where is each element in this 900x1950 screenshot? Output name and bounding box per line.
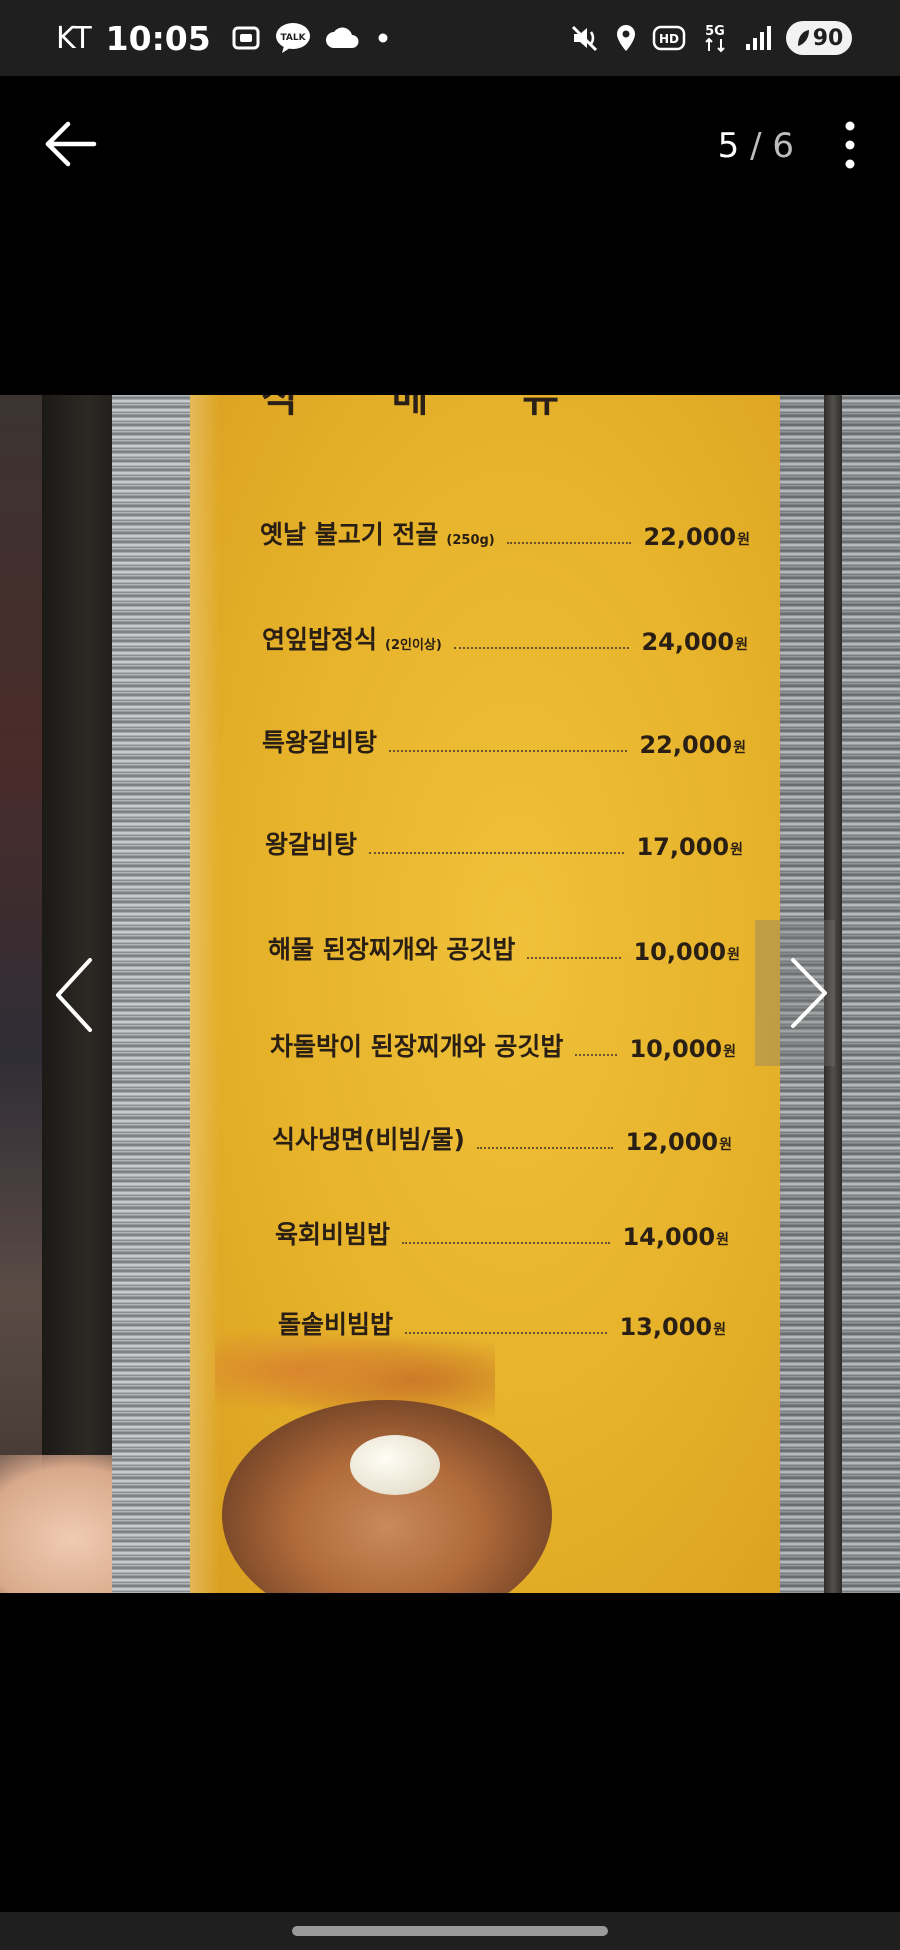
viewer-top-bar: 5 / 6 <box>0 76 900 216</box>
bowl-egg <box>350 1435 440 1495</box>
dotted-leader <box>476 1147 614 1149</box>
battery-indicator: 90 <box>786 21 852 55</box>
dotted-leader <box>402 1242 611 1244</box>
menu-item-price: 10,000 <box>633 938 727 966</box>
menu-item: 육회비빔밥 14,000 원 <box>275 1215 729 1251</box>
price-unit: 원 <box>735 637 748 653</box>
svg-text:HD: HD <box>659 32 679 46</box>
more-vertical-icon <box>845 121 855 169</box>
price-unit: 원 <box>719 1137 732 1153</box>
5g-icon: 5G <box>700 22 730 54</box>
price-unit: 원 <box>733 740 746 756</box>
menu-item: 해물 된장찌개와 공깃밥 10,000 원 <box>268 930 740 966</box>
menu-item-name: 육회비빔밥 <box>275 1220 391 1249</box>
signal-icon <box>744 24 772 52</box>
kakaotalk-icon: TALK <box>275 22 311 54</box>
dotted-leader <box>506 542 632 544</box>
price-unit: 원 <box>716 1232 729 1248</box>
arrow-left-icon <box>45 121 97 167</box>
menu-item-price: 24,000 <box>641 628 735 656</box>
page-separator: / <box>750 126 762 166</box>
dot-icon <box>373 28 393 48</box>
status-bar-left: KT 10:05 TALK <box>56 0 393 76</box>
status-bar: KT 10:05 TALK HD 5G 90 <box>0 0 900 76</box>
battery-leaf-icon <box>797 30 809 46</box>
menu-item-name: 차돌박이 된장찌개와 공깃밥 <box>270 1032 564 1061</box>
menu-item-price: 22,000 <box>639 731 733 759</box>
current-page: 5 <box>717 126 740 166</box>
menu-item: 왕갈비탕 17,000 원 <box>265 825 743 861</box>
price-unit: 원 <box>730 842 743 858</box>
back-button[interactable] <box>40 114 100 174</box>
hd-icon: HD <box>652 24 686 52</box>
svg-text:5G: 5G <box>705 24 725 39</box>
dotted-leader <box>389 750 628 752</box>
chevron-right-icon <box>791 958 827 1028</box>
carrier-label: KT <box>56 20 92 56</box>
menu-item-price: 14,000 <box>622 1223 716 1251</box>
menu-item-name: 특왕갈비탕 <box>262 728 378 757</box>
cloud-icon <box>325 26 359 50</box>
dotted-leader <box>405 1332 608 1334</box>
menu-item: 연잎밥정식 (2인이상) 24,000 원 <box>262 620 748 656</box>
more-options-button[interactable] <box>830 116 870 176</box>
price-unit: 원 <box>737 532 750 548</box>
menu-item: 식사냉면(비빔/물) 12,000 원 <box>272 1120 732 1156</box>
location-icon <box>614 23 638 53</box>
menu-item: 돌솥비빔밥 13,000 원 <box>278 1305 726 1341</box>
menu-item-name: 돌솥비빔밥 <box>278 1310 394 1339</box>
menu-item-name: 옛날 불고기 전골 <box>260 520 439 549</box>
total-pages: 6 <box>772 126 794 166</box>
menu-item: 차돌박이 된장찌개와 공깃밥 10,000 원 <box>270 1027 736 1063</box>
dotted-leader <box>575 1054 618 1056</box>
home-indicator[interactable] <box>292 1926 608 1936</box>
menu-item-price: 17,000 <box>636 833 730 861</box>
status-bar-right: HD 5G 90 <box>570 0 852 76</box>
menu-frame-left <box>112 395 194 1593</box>
previous-photo-button[interactable] <box>40 920 110 1070</box>
menu-item-price: 13,000 <box>619 1313 713 1341</box>
menu-item-name: 연잎밥정식 <box>262 625 378 654</box>
battery-level: 90 <box>812 25 844 51</box>
svg-text:TALK: TALK <box>280 33 306 43</box>
mute-vibrate-icon <box>570 23 600 53</box>
menu-item-note: (2인이상) <box>385 638 442 653</box>
menu-item-name: 식사냉면(비빔/물) <box>272 1125 465 1154</box>
dotted-leader <box>453 647 630 649</box>
menu-title: 식 메 뉴 <box>260 395 600 421</box>
menu-item-price: 12,000 <box>625 1128 719 1156</box>
menu-item: 옛날 불고기 전골 (250g) 22,000 원 <box>260 515 750 551</box>
dotted-leader <box>369 852 625 854</box>
menu-item-name: 왕갈비탕 <box>265 830 358 859</box>
price-unit: 원 <box>723 1044 736 1060</box>
chevron-left-icon <box>56 958 92 1032</box>
menu-item-price: 22,000 <box>643 523 737 551</box>
price-unit: 원 <box>713 1322 726 1338</box>
dotted-leader <box>527 957 622 959</box>
screenshot-icon <box>231 23 261 53</box>
page-counter: 5 / 6 <box>718 126 794 166</box>
clock: 10:05 <box>105 18 211 58</box>
menu-item-note: (250g) <box>446 533 495 548</box>
menu-item-price: 10,000 <box>629 1035 723 1063</box>
next-photo-button[interactable] <box>755 920 835 1066</box>
price-unit: 원 <box>727 947 740 963</box>
menu-item-name: 해물 된장찌개와 공깃밥 <box>268 935 516 964</box>
menu-item: 특왕갈비탕 22,000 원 <box>262 723 746 759</box>
